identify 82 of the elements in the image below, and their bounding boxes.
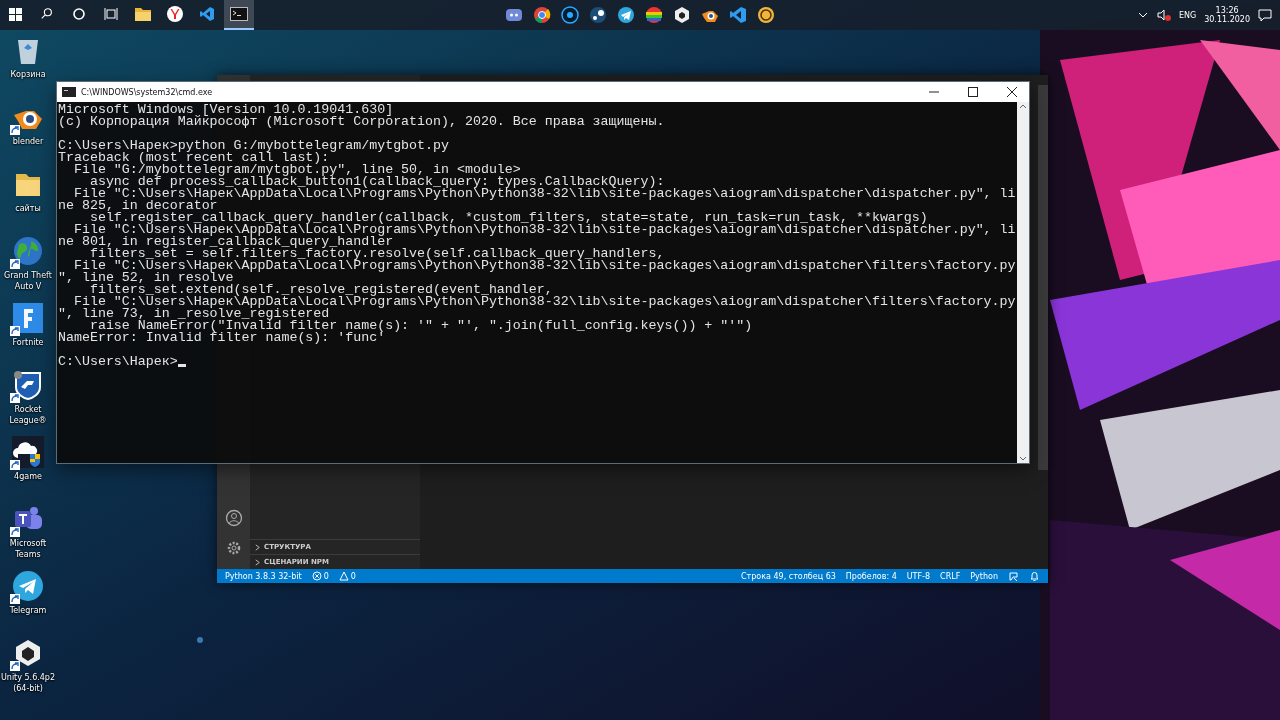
status-item[interactable]: Пробелов: 4 [845, 571, 897, 581]
console-line: ", line 52, in resolve [58, 272, 234, 284]
console-line: File "C:\Users\Нарек\AppData\Local\Programs\Python\Python38-32\lib\site-packages\aiogram\dispatcher\dispatcher.py", li [72, 224, 1016, 236]
badge-icon [12, 369, 44, 401]
console-line: File "C:\Users\Нарек\AppData\Local\Programs\Python\Python38-32\lib\site-packages\aiogram\dispatcher\filters\factory.py [72, 260, 1016, 272]
clock-time: 13:26 [1215, 6, 1239, 15]
desktop-icon-label[interactable]: Unity 5.6.4p2 (64-bit) [0, 672, 56, 694]
notification-icon [1258, 8, 1272, 22]
status-item[interactable]: CRLF [940, 571, 961, 581]
desktop-icon-label[interactable]: Fortnite [0, 337, 56, 348]
account-icon [224, 509, 243, 527]
console-line: self.register_callback_query_handler(callback, *custom_filters, state=state, run_task=run_task, **kwargs) [89, 212, 928, 224]
windows-logo-icon [8, 7, 22, 21]
speaker-muted-icon [1156, 8, 1171, 22]
bell-icon [1029, 570, 1040, 582]
cube-icon [673, 6, 691, 24]
scroll-up-icon [1019, 102, 1027, 110]
cloud-icon [12, 436, 44, 468]
desktop-icon-label[interactable]: Telegram [0, 605, 56, 616]
console-line: File "G:/mybottelegram/mytgbot.py", line 50, in <module> [72, 164, 521, 176]
console-line: C:\Users\Нарек> [58, 356, 178, 368]
console-line: NameError: Invalid filter name(s): 'func' [58, 332, 386, 344]
clock[interactable]: 13:26 30.11.2020 [1204, 6, 1250, 24]
desktop-icon-label[interactable]: blender [0, 136, 56, 147]
status-item[interactable]: Python [970, 571, 998, 581]
maximize-icon [968, 87, 978, 97]
code-editor-icon [729, 6, 747, 24]
console-line: File "C:\Users\Нарек\AppData\Local\Programs\Python\Python38-32\lib\site-packages\aiogram\dispatcher\dispatcher.py", li [72, 188, 1016, 200]
desktop-icon-label[interactable]: 4game [0, 471, 56, 482]
language-indicator[interactable]: ENG [1178, 10, 1197, 20]
photo-editor-icon [561, 6, 579, 24]
console-line: filters_set = self.filters_factory.resolve(self.callback_query_handlers, [89, 248, 665, 260]
terminal-icon [62, 87, 76, 97]
browser-icon [533, 6, 551, 24]
scrollbar[interactable] [1038, 85, 1048, 470]
feedback-button[interactable] [1008, 570, 1019, 582]
striped-circle-icon [645, 6, 663, 24]
browser-icon [167, 6, 183, 22]
feedback-icon [1008, 570, 1019, 582]
desktop-icon-label[interactable]: Grand Theft Auto V [0, 270, 56, 292]
desktop-icon-label[interactable]: Rocket League® [0, 404, 56, 426]
console-line: (c) Корпорация Майкрософт (Microsoft Corporation), 2020. Все права защищены. [58, 116, 665, 128]
console-line: raise NameError("Invalid filter name(s): '" + "', ".join(full_config.keys()) + "'") [89, 320, 753, 332]
circle-icon [757, 6, 775, 24]
clock-date: 30.11.2020 [1204, 15, 1250, 24]
code-editor-icon [199, 6, 215, 22]
game-store-icon [589, 6, 607, 24]
warning-icon [338, 571, 349, 581]
console-line: ne 801, in register_callback_query_handler [58, 236, 394, 248]
error-icon [311, 571, 322, 581]
console-line: async def process_callback_button1(callback_query: types.CallbackQuery): [89, 176, 665, 188]
close-icon [1007, 87, 1017, 97]
scroll-down-icon [1019, 455, 1027, 463]
console-line: filters_set.extend(self._resolve_registered(event_handler, [89, 284, 553, 296]
paper-plane-icon [617, 6, 635, 24]
scrollbar[interactable] [1017, 102, 1029, 463]
console-line: ne 825, in decorator [58, 200, 218, 212]
task-view-icon [104, 7, 118, 21]
status-item[interactable]: Строка 49, столбец 63 [740, 571, 836, 581]
status-item[interactable]: 0 [311, 571, 329, 581]
desktop-icon-label[interactable]: Microsoft Teams [0, 538, 56, 560]
console-line: File "C:\Users\Нарек\AppData\Local\Programs\Python\Python38-32\lib\site-packages\aiogram\dispatcher\filters\factory.py [72, 296, 1016, 308]
status-item[interactable]: Python 3.8.3 32-bit [225, 571, 302, 581]
status-item[interactable]: UTF-8 [906, 571, 931, 581]
console-line: Microsoft Windows [Version 10.0.19041.630] [58, 104, 394, 116]
app-tile-icon [12, 302, 44, 334]
folder-icon [135, 7, 151, 21]
terminal-icon [230, 7, 248, 21]
console-line: Traceback (most recent call last): [58, 152, 330, 164]
desktop-icon-label[interactable]: Корзина [0, 69, 56, 80]
console-line: ", line 73, in _resolve_registered [58, 308, 330, 320]
console-line: C:\Users\Нарек>python G:/mybottelegram/mytgbot.py [58, 140, 449, 152]
ring-icon [72, 7, 86, 21]
search-icon [40, 7, 54, 21]
desktop-icon-label[interactable]: сайты [0, 203, 56, 214]
paper-plane-icon [12, 570, 44, 602]
globe-icon [12, 235, 44, 267]
chat-bubble-icon [505, 6, 523, 24]
bell-button[interactable] [1029, 570, 1040, 582]
taskbar-app-button[interactable] [224, 0, 254, 30]
window-title: C:\WINDOWS\system32\cmd.exe [81, 87, 214, 97]
status-item[interactable]: 0 [338, 571, 356, 581]
